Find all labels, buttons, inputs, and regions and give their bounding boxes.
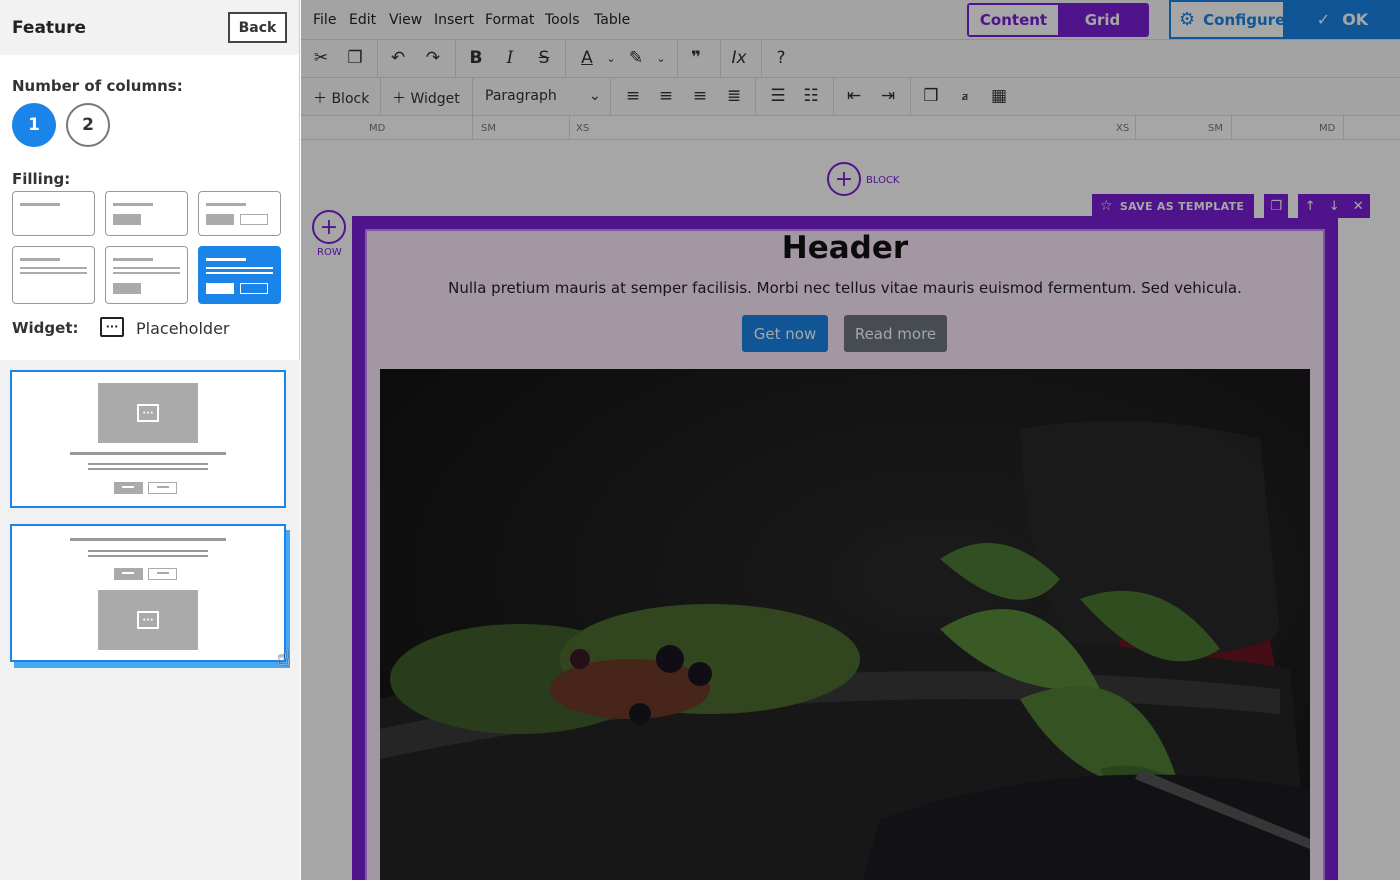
configure-label: Configure: [1203, 10, 1286, 29]
align-left-icon[interactable]: ≡: [621, 86, 645, 106]
settings-sliders-icon[interactable]: ▦: [987, 86, 1011, 106]
editor-area: File Edit View Insert Format Tools Table…: [301, 0, 1400, 880]
configure-button[interactable]: ⚙ Configure: [1169, 0, 1285, 39]
ruler-label-xs: XS: [1116, 123, 1130, 134]
canvas: + BLOCK + ROW ☆ SAVE AS TEMPLATE ❐ ↑ ↓ ✕…: [301, 141, 1400, 880]
gear-icon: ⚙: [1179, 9, 1196, 30]
ok-label: OK: [1342, 10, 1369, 29]
blockquote-icon[interactable]: ❞: [684, 48, 708, 68]
get-now-button[interactable]: Get now: [742, 315, 828, 352]
star-icon: ☆: [1100, 198, 1113, 214]
formatting-toolbar: ✂ ❐ ↶ ↷ B I S A ⌄ ✎ ⌄ ❞ Ix ?: [301, 40, 1400, 78]
layout-template-image-top[interactable]: ···: [10, 370, 286, 508]
help-icon[interactable]: ?: [769, 48, 793, 68]
block-subtext[interactable]: Nulla pretium mauris at semper facilisis…: [301, 279, 1389, 297]
layout-templates-list: ··· ···: [0, 360, 300, 880]
add-block-button[interactable]: ＋ Block: [313, 88, 369, 108]
ruler-label-sm: SM: [481, 123, 496, 134]
add-block-label: BLOCK: [866, 175, 900, 186]
filling-option-heading-text[interactable]: [12, 246, 95, 304]
menu-tools[interactable]: Tools: [545, 12, 580, 28]
highlight-color-icon[interactable]: ✎: [624, 48, 648, 68]
outdent-icon[interactable]: ⇤: [842, 86, 866, 106]
translate-icon[interactable]: ⱥ: [953, 90, 977, 103]
menu-table[interactable]: Table: [594, 12, 630, 28]
filling-option-heading-button[interactable]: [105, 191, 188, 236]
content-mode-button[interactable]: Content: [969, 5, 1058, 35]
bullet-list-icon[interactable]: ☰: [766, 86, 790, 106]
salad-photo[interactable]: [380, 369, 1310, 880]
menubar: File Edit View Insert Format Tools Table…: [301, 0, 1400, 40]
copy-icon[interactable]: ❐: [343, 48, 367, 68]
menu-view[interactable]: View: [389, 12, 422, 28]
ok-button[interactable]: ✓ OK: [1285, 0, 1400, 39]
save-as-template-button[interactable]: ☆ SAVE AS TEMPLATE: [1092, 194, 1254, 218]
columns-option-2[interactable]: 2: [66, 103, 110, 147]
menu-edit[interactable]: Edit: [349, 12, 376, 28]
ruler-label-sm: SM: [1208, 123, 1223, 134]
align-justify-icon[interactable]: ≣: [722, 86, 746, 106]
chevron-down-icon[interactable]: ⌄: [649, 52, 673, 65]
cut-icon[interactable]: ✂: [309, 48, 333, 68]
numbered-list-icon[interactable]: ☷: [799, 86, 823, 106]
insert-toolbar: ＋ Block ＋ Widget Paragraph ⌄ ≡ ≡ ≡ ≣ ☰ ☷…: [301, 78, 1400, 116]
feature-panel: Feature Back Number of columns: 1 2 Fill…: [0, 0, 300, 880]
chevron-down-icon[interactable]: ⌄: [599, 52, 623, 65]
widget-label: Widget:: [12, 319, 79, 337]
image-placeholder-icon: ···: [98, 383, 198, 443]
layout-template-image-bottom[interactable]: ···: [10, 524, 286, 662]
indent-icon[interactable]: ⇥: [876, 86, 900, 106]
bold-icon[interactable]: B: [464, 48, 488, 68]
filling-option-heading-two-buttons[interactable]: [198, 191, 281, 236]
duplicate-icon[interactable]: ❐: [1264, 194, 1288, 218]
columns-option-1[interactable]: 1: [12, 103, 56, 147]
hand-cursor-icon: ☝: [277, 646, 291, 671]
block-header[interactable]: Header: [301, 230, 1389, 266]
strikethrough-icon[interactable]: S: [532, 48, 556, 68]
paragraph-style-select[interactable]: Paragraph ⌄: [485, 88, 605, 104]
arrow-up-icon[interactable]: ↑: [1298, 194, 1322, 218]
check-icon: ✓: [1316, 10, 1331, 29]
add-block-plus-icon[interactable]: +: [827, 162, 861, 196]
filling-label: Filling:: [12, 170, 71, 188]
arrow-down-icon[interactable]: ↓: [1322, 194, 1346, 218]
panel-title: Feature: [12, 17, 87, 38]
filling-option-heading[interactable]: [12, 191, 95, 236]
align-right-icon[interactable]: ≡: [688, 86, 712, 106]
back-button[interactable]: Back: [228, 12, 287, 43]
ruler-label-md: MD: [1319, 123, 1336, 134]
content-grid-toggle: Content Grid: [967, 3, 1149, 37]
undo-icon[interactable]: ↶: [386, 48, 410, 68]
redo-icon[interactable]: ↷: [421, 48, 445, 68]
menu-insert[interactable]: Insert: [434, 12, 474, 28]
italic-icon[interactable]: I: [498, 48, 522, 68]
menu-file[interactable]: File: [313, 12, 336, 28]
ellipsis-box-icon: ···: [100, 317, 124, 337]
widget-value[interactable]: Placeholder: [136, 319, 230, 338]
ruler-label-md: MD: [369, 123, 386, 134]
align-center-icon[interactable]: ≡: [654, 86, 678, 106]
save-as-template-label: SAVE AS TEMPLATE: [1119, 199, 1245, 213]
clear-formatting-icon[interactable]: Ix: [727, 48, 751, 68]
menu-format[interactable]: Format: [485, 12, 534, 28]
row-toolbar: ☆ SAVE AS TEMPLATE ❐ ↑ ↓ ✕: [1092, 194, 1371, 218]
close-icon[interactable]: ✕: [1346, 194, 1370, 218]
chevron-down-icon: ⌄: [589, 88, 601, 104]
text-color-icon[interactable]: A: [575, 48, 599, 68]
filling-option-heading-text-two-buttons[interactable]: [198, 246, 281, 304]
grid-mode-button[interactable]: Grid: [1058, 5, 1147, 35]
panel-header: Feature Back: [0, 0, 299, 55]
filling-option-heading-text-button[interactable]: [105, 246, 188, 304]
image-placeholder-icon: ···: [98, 590, 198, 650]
add-widget-button[interactable]: ＋ Widget: [392, 88, 460, 108]
grid-ruler: MD SM XS XS SM MD: [301, 116, 1400, 140]
ruler-label-xs: XS: [576, 123, 590, 134]
columns-label: Number of columns:: [12, 77, 183, 95]
comments-icon[interactable]: ❒: [919, 86, 943, 106]
read-more-button[interactable]: Read more: [844, 315, 947, 352]
